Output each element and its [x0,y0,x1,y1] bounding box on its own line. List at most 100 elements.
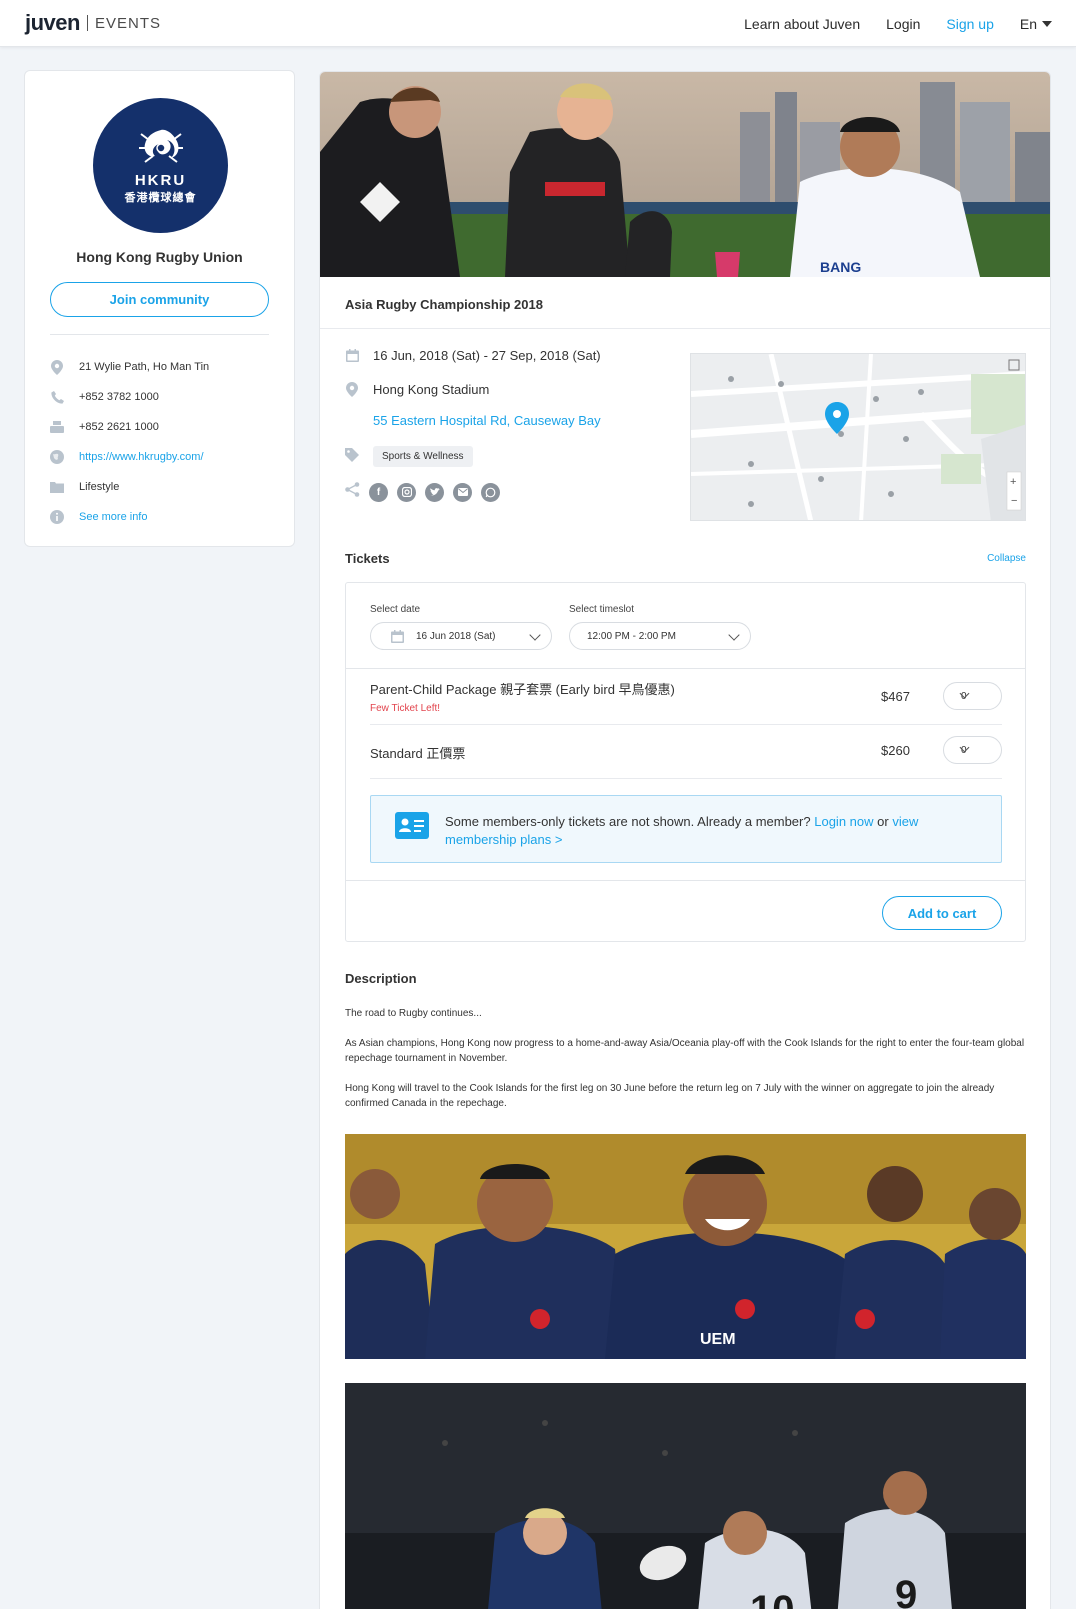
event-venue-address-link[interactable]: 55 Eastern Hospital Rd, Causeway Bay [373,413,601,428]
info-address-text: 21 Wylie Path, Ho Man Tin [79,361,210,373]
ticket-name: Parent-Child Package 親子套票 (Early bird 早鳥… [370,682,675,697]
timeslot-dropdown-value: 12:00 PM - 2:00 PM [587,631,676,642]
nav-login[interactable]: Login [886,16,920,32]
see-more-info-link[interactable]: See more info [79,511,147,523]
juven-events-logo[interactable]: juven EVENTS [25,10,161,36]
divider [370,778,1002,779]
chevron-down-icon [728,629,740,641]
info-circle-icon [50,510,64,524]
svg-text:9: 9 [895,1573,917,1609]
event-venue-name: Hong Kong Stadium [373,382,490,397]
organizer-info-list: 21 Wylie Path, Ho Man Tin +852 3782 1000… [50,352,209,532]
description-paragraph: As Asian champions, Hong Kong now progre… [345,1038,1025,1064]
low-stock-warning: Few Ticket Left! [370,703,441,714]
tickets-heading: Tickets [345,551,390,566]
event-title: Asia Rugby Championship 2018 [345,297,543,312]
member-card-icon [395,812,429,839]
team-players-photo: UEM [345,1134,1026,1359]
instagram-share-icon[interactable] [397,482,416,502]
divider [320,328,1050,329]
info-see-more[interactable]: See more info [50,502,209,532]
description-image: 10 9 [345,1383,1026,1609]
dragon-emblem-icon [138,129,183,163]
event-hero-image: BANG [320,72,1050,277]
add-to-cart-button[interactable]: Add to cart [882,896,1002,930]
event-card: BANG Asia Rugby Championship 2018 16 Jun… [319,71,1051,1609]
date-dropdown[interactable]: 16 Jun 2018 (Sat) [370,622,552,650]
location-pin-icon [345,382,359,397]
login-now-link[interactable]: Login now [814,814,873,829]
caret-down-icon [1042,20,1052,27]
tag-icon [345,448,359,462]
category-tag[interactable]: Sports & Wellness [373,446,473,467]
description-paragraph: Hong Kong will travel to the Cook Island… [345,1083,995,1109]
ticket-price: $467 [881,689,910,704]
select-timeslot-label: Select timeslot [569,604,635,615]
org-logo-subtext: 香港欖球總會 [124,192,197,204]
facebook-share-icon[interactable]: f [369,482,388,502]
ticket-quantity-select[interactable]: 0 [943,682,1002,710]
ticket-name: Standard 正價票 [370,746,466,761]
notice-or-text: or [877,814,889,829]
ticket-price: $260 [881,743,910,758]
divider [346,880,1025,881]
info-fax-text: +852 2621 1000 [79,421,159,433]
divider [346,668,1025,669]
info-category-text: Lifestyle [79,481,120,493]
info-address: 21 Wylie Path, Ho Man Tin [50,352,209,382]
logo-divider [86,15,88,31]
select-date-label: Select date [370,604,421,615]
members-only-notice: Some members-only tickets are not shown.… [370,795,1002,863]
info-fax: +852 2621 1000 [50,412,209,442]
svg-text:BANG: BANG [820,259,861,275]
info-website[interactable]: https://www.hkrugby.com/ [50,442,209,472]
language-label: En [1019,15,1037,32]
info-phone-text: +852 3782 1000 [79,391,159,403]
nav-signup[interactable]: Sign up [946,16,993,32]
venue-map[interactable]: + − [690,353,1026,521]
event-date-row: 16 Jun, 2018 (Sat) - 27 Sep, 2018 (Sat) [345,348,601,363]
svg-text:10: 10 [750,1588,795,1609]
ticket-quantity-select[interactable]: 0 [943,736,1002,764]
description-paragraph: The road to Rugby continues... [345,1008,482,1019]
organizer-card: HKRU 香港欖球總會 Hong Kong Rugby Union Join c… [24,70,295,547]
logo-events-label: EVENTS [94,14,161,32]
event-venue-row: Hong Kong Stadium [345,382,489,397]
collapse-tickets-link[interactable]: Collapse [987,553,1026,564]
phone-icon [50,390,64,404]
join-community-button[interactable]: Join community [50,282,269,317]
logo-wordmark: juven [25,10,80,35]
rugby-players-photo: BANG [320,72,1050,277]
fax-icon [50,420,64,434]
timeslot-dropdown[interactable]: 12:00 PM - 2:00 PM [569,622,751,650]
description-image: UEM [345,1134,1026,1359]
rugby-match-photo: 10 9 [345,1383,1026,1609]
event-tag-row [345,448,373,462]
language-selector[interactable]: En [1020,16,1052,32]
info-website-link[interactable]: https://www.hkrugby.com/ [79,451,204,463]
share-icon [345,482,360,502]
info-phone: +852 3782 1000 [50,382,209,412]
share-row: f [345,482,500,502]
calendar-icon [391,630,404,646]
globe-icon [50,450,64,464]
nav-learn-about-juven[interactable]: Learn about Juven [744,16,860,32]
organizer-logo[interactable]: HKRU 香港欖球總會 [93,98,228,233]
info-category: Lifestyle [50,472,209,502]
calendar-icon [345,349,359,363]
description-heading: Description [345,971,417,986]
chevron-down-icon [529,629,541,641]
map-image: + − [691,354,1025,520]
event-date-text: 16 Jun, 2018 (Sat) - 27 Sep, 2018 (Sat) [373,348,601,363]
svg-text:−: − [1011,495,1017,507]
main-nav: Learn about Juven Login Sign up En [718,0,1052,47]
email-share-icon[interactable] [453,482,472,502]
whatsapp-share-icon[interactable] [481,482,500,502]
location-pin-icon [50,359,64,375]
members-notice-message: Some members-only tickets are not shown.… [445,814,811,829]
svg-text:UEM: UEM [700,1331,736,1348]
top-navbar: juven EVENTS Learn about Juven Login Sig… [0,0,1076,47]
organizer-name: Hong Kong Rugby Union [76,249,243,265]
twitter-share-icon[interactable] [425,482,444,502]
svg-text:+: + [1010,476,1016,488]
